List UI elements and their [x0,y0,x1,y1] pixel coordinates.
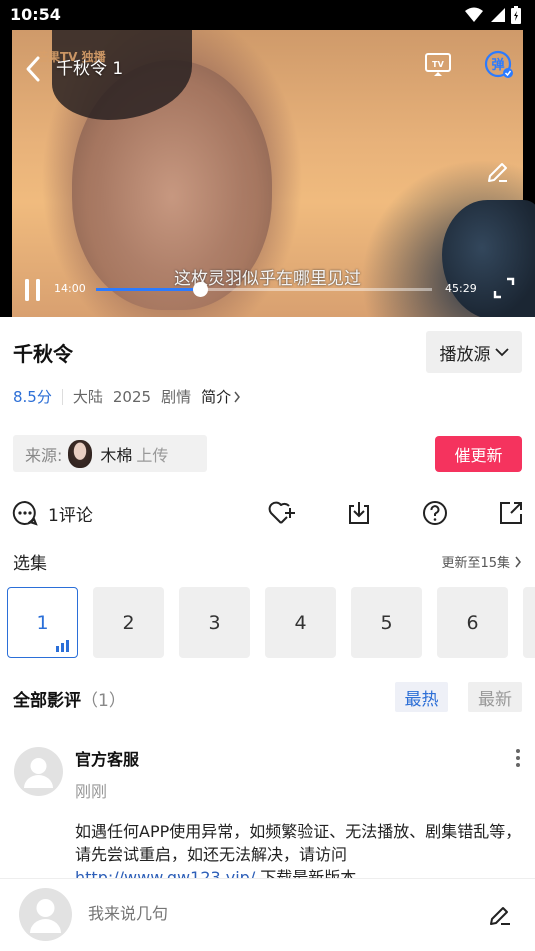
help-icon[interactable] [422,500,448,526]
back-arrow-icon[interactable] [22,54,44,84]
share-icon[interactable] [498,500,524,526]
episode-tile[interactable]: 6 [437,587,508,658]
progress-thumb[interactable] [193,282,209,297]
chevron-down-icon [494,348,509,357]
review-text: 如遇任何APP使用异常，如频繁验证、无法播放、剧集错乱等，请先尝试重启，如还无法… [75,820,525,880]
region: 大陆 [72,388,103,406]
uploader-name: 木棉 [100,445,133,465]
review-item: 官方客服 刚刚 如遇任何APP使用异常，如频繁验证、无法播放、剧集错乱等，请先尝… [0,740,535,880]
comment-bar [0,878,535,951]
wifi-icon [465,7,483,22]
episode-number: 1 [36,611,49,634]
video-title: 千秋令 1 [56,59,124,79]
tv-cast-icon[interactable]: TV [424,52,452,78]
meta-divider [61,388,63,405]
favorite-add-icon[interactable] [268,500,296,526]
uploader-chip[interactable]: 来源: 木棉 上传 [13,435,207,472]
genre: 剧情 [161,388,192,406]
review-text-before: 如遇任何APP使用异常，如频繁验证、无法播放、剧集错乱等，请先尝试重启，如还无法… [75,822,522,864]
episode-tile-partial[interactable] [523,587,535,658]
episodes-update-link[interactable]: 更新至15集 [441,552,522,571]
rating: 8.5分 [13,388,52,406]
default-user-icon [24,758,53,788]
show-meta: 8.5分 大陆 2025 剧情 简介 [13,386,241,407]
write-icon[interactable] [488,903,512,927]
episode-tile[interactable]: 2 [93,587,164,658]
sort-hottest-tab[interactable]: 最热 [395,682,448,712]
comments-count: 1评论 [48,505,93,526]
action-row: 1评论 [0,496,535,530]
review-author[interactable]: 官方客服 [75,746,139,770]
intro-link[interactable]: 简介 [201,386,241,407]
episode-number: 5 [380,611,393,634]
chevron-right-icon [515,556,521,567]
episodes-heading: 选集 [13,554,47,574]
edit-danmaku-icon[interactable] [486,160,510,184]
comment-bubble-icon [12,500,38,526]
reviews-heading-label: 全部影评 [13,691,81,711]
svg-text:TV: TV [432,60,444,69]
episode-tile[interactable]: 1 [7,587,78,658]
current-time: 14:00 [54,282,86,295]
play-source-label: 播放源 [439,344,491,365]
player-controls: 14:00 45:29 [0,272,535,312]
status-bar: 10:54 [0,0,535,30]
urge-update-button[interactable]: 催更新 [435,436,522,472]
download-icon[interactable] [346,500,372,526]
episode-number: 4 [294,611,307,634]
episode-tile[interactable]: 5 [351,587,422,658]
svg-text:弹: 弹 [491,57,504,73]
intro-label: 简介 [201,388,232,406]
my-avatar[interactable] [19,888,72,941]
show-title: 千秋令 [13,342,73,366]
chevron-right-icon [234,391,241,402]
reviews-heading: 全部影评（1） [13,686,126,711]
uploader-source-label: 来源: [25,445,63,465]
total-time: 45:29 [445,282,477,295]
signal-icon [491,8,505,22]
episode-tile[interactable]: 3 [179,587,250,658]
battery-icon [511,6,521,24]
episode-tile[interactable]: 4 [265,587,336,658]
comment-input[interactable] [88,904,448,923]
uploader-suffix: 上传 [136,445,169,465]
play-source-button[interactable]: 播放源 [426,331,522,373]
review-time: 刚刚 [75,782,108,801]
episode-number: 2 [122,611,135,634]
episode-number: 6 [466,611,479,634]
reviews-count: （1） [81,691,126,711]
now-playing-icon [56,640,69,652]
comments-button[interactable]: 1评论 [12,500,93,526]
update-info-label: 更新至15集 [441,556,510,571]
episode-list: 1 2 3 4 5 6 [7,587,535,658]
pause-icon[interactable] [24,278,42,302]
sort-newest-tab[interactable]: 最新 [468,682,522,712]
default-user-icon [30,899,61,933]
video-player[interactable]: 芒果TV 独播 千秋令 1 TV 弹 这枚灵羽似乎在哪里见过 14:00 45:… [0,30,535,317]
fullscreen-icon[interactable] [492,276,516,300]
progress-bar[interactable] [96,282,432,297]
avatar[interactable] [14,747,63,796]
more-options-icon[interactable] [514,748,522,768]
uploader-avatar [68,439,93,468]
episode-number: 3 [208,611,221,634]
status-time: 10:54 [10,5,61,24]
status-icons [465,6,521,24]
danmaku-toggle-icon[interactable]: 弹 [484,50,514,80]
progress-fill [96,288,201,291]
year: 2025 [112,387,152,406]
